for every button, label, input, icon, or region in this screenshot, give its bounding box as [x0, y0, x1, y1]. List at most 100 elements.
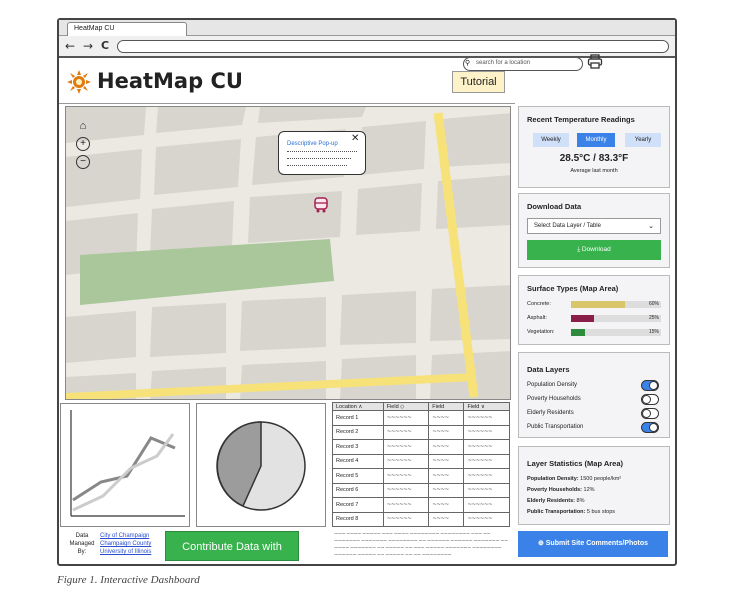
table-row[interactable]: Record 1 ~~~~~~ ~~~~ ~~~~~~: [332, 410, 510, 426]
record-cell: Record 3: [332, 439, 384, 455]
stat-value: 5 bus stops: [586, 509, 616, 515]
data-table: Location ∧ Field ◇ Field Field ∨ Record …: [332, 402, 510, 527]
layer-label: Poverty Households: [527, 396, 581, 402]
placeholder-cell: ~~~~~~: [382, 511, 430, 527]
surface-bar-track: 15%: [571, 329, 661, 336]
surface-bar-fill: [571, 315, 594, 322]
map-popup: Descriptive Pop-up ✕: [278, 131, 366, 175]
browser-tab[interactable]: HeatMap CU: [67, 22, 187, 36]
record-cell: Record 2: [332, 424, 384, 440]
table-row[interactable]: Record 5 ~~~~~~ ~~~~ ~~~~~~: [332, 468, 510, 484]
surface-percent: 60%: [648, 301, 659, 307]
tutorial-button[interactable]: Tutorial: [452, 71, 505, 93]
search-input[interactable]: search for a location: [463, 57, 583, 71]
placeholder-cell: ~~~~: [428, 424, 465, 440]
table-header-row: Location ∧ Field ◇ Field Field ∨: [332, 402, 510, 411]
download-button[interactable]: ⤓ Download: [527, 240, 661, 260]
surface-bar-track: 25%: [571, 315, 661, 322]
layer-label: Population Density: [527, 382, 578, 388]
placeholder-cell: ~~~~~~: [463, 439, 510, 455]
map-view[interactable]: ⌂ + − Descriptive Pop-up ✕: [65, 106, 511, 400]
forward-icon[interactable]: →: [83, 39, 93, 53]
surface-percent: 15%: [648, 329, 659, 335]
browser-navbar: ← → C: [59, 36, 675, 58]
reload-icon[interactable]: C: [101, 39, 109, 52]
placeholder-cell: ~~~~~~: [463, 410, 510, 426]
temperature-value: 28.5°C / 83.3°F: [559, 153, 629, 164]
placeholder-cell: ~~~~: [428, 468, 465, 484]
stat-key: Public Transportation:: [527, 509, 586, 515]
tab-yearly[interactable]: Yearly: [625, 133, 661, 147]
table-row[interactable]: Record 6 ~~~~~~ ~~~~ ~~~~~~: [332, 482, 510, 498]
placeholder-cell: ~~~~~~: [463, 424, 510, 440]
chevron-down-icon: ⌄: [648, 223, 654, 230]
browser-titlebar: HeatMap CU: [59, 20, 675, 36]
print-icon[interactable]: [587, 54, 603, 70]
data-layers-panel: Data Layers Population Density Poverty Ho…: [518, 352, 670, 438]
placeholder-cell: ~~~~~~: [382, 468, 430, 484]
placeholder-cell: ~~~~~~: [463, 482, 510, 498]
surface-panel: Surface Types (Map Area) Concrete: 60% Asp…: [518, 275, 670, 345]
table-row[interactable]: Record 2 ~~~~~~ ~~~~ ~~~~~~: [332, 424, 510, 440]
link-champaign-county[interactable]: Champaign County: [100, 540, 151, 548]
home-icon[interactable]: ⌂: [76, 119, 90, 133]
placeholder-cell: ~~~~: [428, 410, 465, 426]
table-row[interactable]: Record 7 ~~~~~~ ~~~~ ~~~~~~: [332, 497, 510, 513]
download-button-label: Download: [581, 246, 611, 253]
submit-comments-button[interactable]: ⊕ Submit Site Comments/Photos: [518, 531, 668, 557]
stat-row: Population Density: 1500 people/km²: [527, 476, 621, 482]
column-header-field[interactable]: Field: [428, 402, 465, 411]
table-row[interactable]: Record 3 ~~~~~~ ~~~~ ~~~~~~: [332, 439, 510, 455]
table-row[interactable]: Record 4 ~~~~~~ ~~~~ ~~~~~~: [332, 453, 510, 469]
back-icon[interactable]: ←: [65, 39, 75, 53]
layer-toggle[interactable]: [641, 394, 659, 405]
layer-toggle[interactable]: [641, 408, 659, 419]
placeholder-cell: ~~~~~~: [463, 468, 510, 484]
layer-toggle[interactable]: [641, 380, 659, 391]
zoom-out-icon[interactable]: −: [76, 155, 90, 169]
column-header-field[interactable]: Field ◇: [382, 402, 430, 411]
placeholder-cell: ~~~~~~: [382, 439, 430, 455]
table-row[interactable]: Record 8 ~~~~~~ ~~~~ ~~~~~~: [332, 511, 510, 527]
placeholder-cell: ~~~~~~: [463, 511, 510, 527]
temperature-caption: Average last month: [570, 168, 618, 174]
tab-monthly[interactable]: Monthly: [577, 133, 615, 147]
layer-label: Elderly Residents: [527, 410, 574, 416]
stat-key: Elderly Residents:: [527, 498, 575, 504]
link-university-of-illinois[interactable]: University of Illinois: [100, 548, 151, 556]
line-chart-canvas: [70, 410, 185, 517]
close-icon[interactable]: ✕: [351, 133, 359, 144]
surface-label: Asphalt:: [527, 315, 547, 321]
link-city-of-champaign[interactable]: City of Champaign: [100, 532, 151, 540]
layer-label: Public Transportation: [527, 424, 584, 430]
temperature-panel: Recent Temperature Readings Weekly Month…: [518, 106, 670, 188]
app-title: HeatMap CU: [97, 69, 243, 93]
data-layer-select[interactable]: Select Data Layer / Table ⌄: [527, 218, 661, 234]
surface-bar-fill: [571, 329, 585, 336]
placeholder-cell: ~~~~: [428, 482, 465, 498]
panel-title: Surface Types (Map Area): [527, 284, 619, 293]
toggle-knob: [642, 395, 651, 404]
url-bar[interactable]: [117, 40, 669, 53]
toggle-knob: [642, 409, 651, 418]
zoom-in-icon[interactable]: +: [76, 137, 90, 151]
surface-percent: 25%: [648, 315, 659, 321]
layer-toggle[interactable]: [641, 422, 659, 433]
download-panel: Download Data Select Data Layer / Table …: [518, 193, 670, 268]
bus-stop-marker-icon[interactable]: [314, 197, 328, 213]
layer-stats-panel: Layer Statistics (Map Area) Population D…: [518, 446, 670, 525]
record-cell: Record 4: [332, 453, 384, 469]
placeholder-cell: ~~~~~~: [463, 453, 510, 469]
surface-label: Vegetation:: [527, 329, 555, 335]
stat-row: Poverty Households: 12%: [527, 487, 595, 493]
contribute-qfield-button[interactable]: Contribute Data with QField: [165, 531, 299, 583]
column-header-field[interactable]: Field ∨: [463, 402, 510, 411]
placeholder-paragraph: ~~~ ~~~~ ~~~~~ ~~~ ~~~~ ~~~~~~~~ ~~~~~~~…: [334, 531, 508, 558]
record-cell: Record 7: [332, 497, 384, 513]
column-header-location[interactable]: Location ∧: [332, 402, 384, 411]
placeholder-cell: ~~~~~~: [382, 482, 430, 498]
search-icon: ⚲: [465, 60, 471, 67]
data-sources: City of Champaign Champaign County Unive…: [100, 532, 151, 556]
stat-value: 12%: [583, 487, 595, 493]
tab-weekly[interactable]: Weekly: [533, 133, 569, 147]
